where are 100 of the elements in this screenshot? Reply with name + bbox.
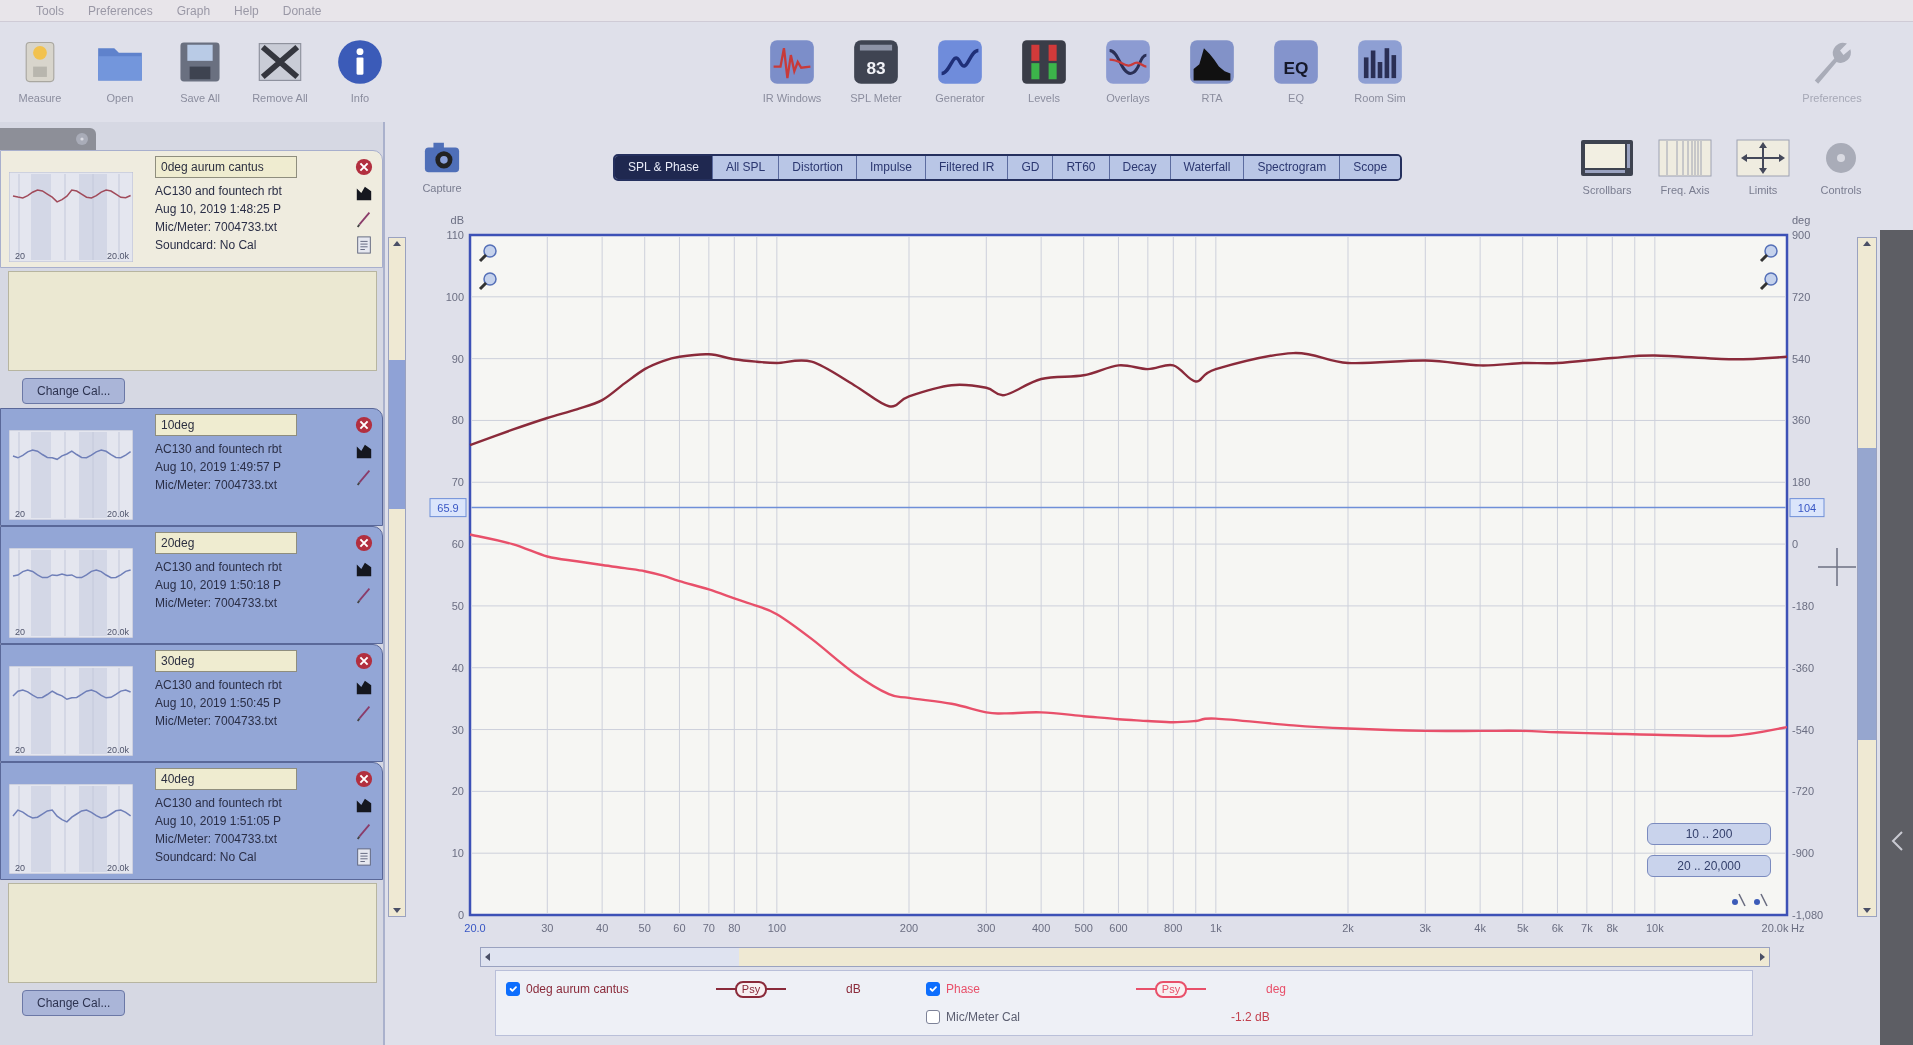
measurement-info: Soundcard: No Cal (155, 849, 258, 866)
graph-tab[interactable]: Spectrogram (1244, 155, 1341, 179)
name-field[interactable]: 0deg aurum cantus (155, 156, 297, 178)
change-cal-button[interactable]: Change Cal... (22, 990, 126, 1016)
axis-label: 720 (1792, 290, 1811, 303)
axis-label: -1,080 (1792, 909, 1824, 921)
pen-icon[interactable] (355, 468, 373, 486)
axis-label: 200 (899, 922, 919, 934)
close-icon[interactable] (355, 652, 373, 670)
dot-line-icon[interactable] (1753, 893, 1769, 907)
checkbox[interactable] (926, 982, 940, 996)
measurement-panel[interactable]: 20 20.0k 10deg AC130 and fountech rbt Aug 10, 2019 1:49:57 P Mic/Meter: 7004733.txt (0, 408, 383, 526)
axis-label: 60 (451, 538, 464, 551)
graph-icon[interactable] (355, 678, 373, 696)
vertical-scrollbar[interactable] (388, 237, 406, 917)
window-frame-icon (1579, 137, 1635, 178)
measurement-panel[interactable]: 20 20.0k 40deg AC130 and fountech rbt Aug 10, 2019 1:51:05 P Mic/Meter: 7004733.txt Soundcard: No Cal (0, 762, 383, 880)
notes-field[interactable] (8, 271, 377, 371)
graph-tab[interactable]: Scope (1340, 155, 1401, 179)
graph-tab[interactable]: Impulse (857, 155, 926, 179)
axis-label: 50 (451, 599, 464, 612)
toolbar-button[interactable]: Scrollbars (1568, 137, 1646, 197)
sine-wave-icon (937, 39, 983, 85)
axis-label: 90 (451, 352, 464, 365)
notes-field[interactable] (8, 883, 377, 983)
axis-label: 500 (1074, 922, 1093, 934)
name-field[interactable]: 20deg (155, 532, 297, 554)
toolbar-button[interactable]: Freq. Axis (1646, 137, 1724, 197)
pen-icon[interactable] (355, 822, 373, 840)
capture-button[interactable]: Capture (413, 137, 471, 197)
graph-tab[interactable]: Waterfall (1170, 155, 1245, 179)
axis-label: 20 (15, 509, 25, 519)
graph-tab[interactable]: All SPL (712, 155, 780, 179)
range-button[interactable]: 20 .. 20,000 (1647, 855, 1771, 877)
toolbar-button[interactable]: Limits (1724, 137, 1802, 197)
graph-tab[interactable]: Decay (1109, 155, 1171, 179)
graph-tab[interactable]: RT60 (1053, 155, 1110, 179)
graph-icon[interactable] (355, 560, 373, 578)
arrow-right-icon[interactable] (1760, 953, 1765, 961)
dot-line-icon[interactable] (1731, 893, 1747, 907)
graph-icon[interactable] (355, 184, 373, 202)
chevron-left-icon[interactable] (1889, 830, 1904, 852)
name-field[interactable]: 10deg (155, 414, 297, 436)
checkbox[interactable] (926, 1010, 940, 1024)
notes-icon[interactable] (355, 236, 373, 254)
measurement-info: AC130 and fountech rbt (155, 677, 283, 694)
arrow-up-icon[interactable] (393, 241, 401, 246)
range-button[interactable]: 10 .. 200 (1647, 823, 1771, 845)
eq-icon: EQ (1273, 39, 1319, 85)
axis-label: 30 (541, 922, 554, 934)
axis-label: 40 (451, 661, 464, 674)
checkbox[interactable] (506, 982, 520, 996)
close-icon[interactable] (355, 416, 373, 434)
graph-tab[interactable]: Distortion (779, 155, 857, 179)
measurement-info: AC130 and fountech rbt (155, 795, 283, 812)
axis-label: 0 (1792, 538, 1799, 551)
horizontal-scrollbar[interactable] (480, 947, 1770, 967)
axis-label: 7k (1581, 922, 1593, 934)
pen-icon[interactable] (355, 210, 373, 228)
graph-icon[interactable] (355, 442, 373, 460)
pen-icon[interactable] (355, 586, 373, 604)
close-icon[interactable] (355, 158, 373, 176)
measurement-info: Aug 10, 2019 1:50:45 P (155, 695, 283, 712)
axis-label: 800 (1164, 922, 1183, 934)
zoom-icon[interactable] (1759, 243, 1779, 263)
axis-label: 20 (15, 627, 25, 637)
toolbar-button[interactable]: EQ EQ (1254, 39, 1338, 105)
axis-label: 20 (15, 863, 25, 873)
arrow-left-icon[interactable] (485, 953, 490, 961)
toolbar-button[interactable]: 83 SPL Meter (834, 39, 918, 105)
axis-label: 8k (1606, 922, 1619, 934)
close-icon[interactable] (355, 770, 373, 788)
line-style-sample[interactable]: Psy (716, 980, 786, 998)
axis-label: -900 (1792, 847, 1815, 860)
zoom-icon[interactable] (478, 243, 498, 263)
measurement-panel[interactable]: 20 20.0k 20deg AC130 and fountech rbt Aug 10, 2019 1:50:18 P Mic/Meter: 7004733.txt (0, 526, 383, 644)
measurement-panel[interactable]: 20 20.0k 0deg aurum cantus AC130 and fountech rbt Aug 10, 2019 1:48:25 P Mic/Meter: 7004733.txt Soundcard: No Cal (0, 150, 383, 268)
notes-icon[interactable] (355, 848, 373, 866)
pen-icon[interactable] (355, 704, 373, 722)
name-field[interactable]: 40deg (155, 768, 297, 790)
zoom-icon[interactable] (478, 271, 498, 291)
axis-label: 20.0k (106, 251, 129, 261)
arrow-down-icon[interactable] (1863, 908, 1871, 913)
name-field[interactable]: 30deg (155, 650, 297, 672)
vertical-scrollbar[interactable] (1857, 237, 1877, 917)
toolbar-button[interactable]: Controls (1802, 137, 1880, 197)
change-cal-button[interactable]: Change Cal... (22, 378, 126, 404)
graph-icon[interactable] (355, 796, 373, 814)
line-style-sample[interactable]: Psy (1136, 980, 1206, 998)
arrow-down-icon[interactable] (393, 908, 401, 913)
measurement-info: Mic/Meter: 7004733.txt (155, 477, 279, 494)
graph-tab[interactable]: GD (1008, 155, 1054, 179)
meter-display-icon: 83 (853, 39, 899, 85)
zoom-icon[interactable] (1759, 271, 1779, 291)
axis-label: 30 (451, 723, 464, 736)
graph-tab[interactable]: SPL & Phase (615, 155, 713, 179)
arrow-up-icon[interactable] (1863, 241, 1871, 246)
close-icon[interactable] (355, 534, 373, 552)
measurement-panel[interactable]: 20 20.0k 30deg AC130 and fountech rbt Aug 10, 2019 1:50:45 P Mic/Meter: 7004733.txt (0, 644, 383, 762)
graph-tab[interactable]: Filtered IR (926, 155, 1009, 179)
